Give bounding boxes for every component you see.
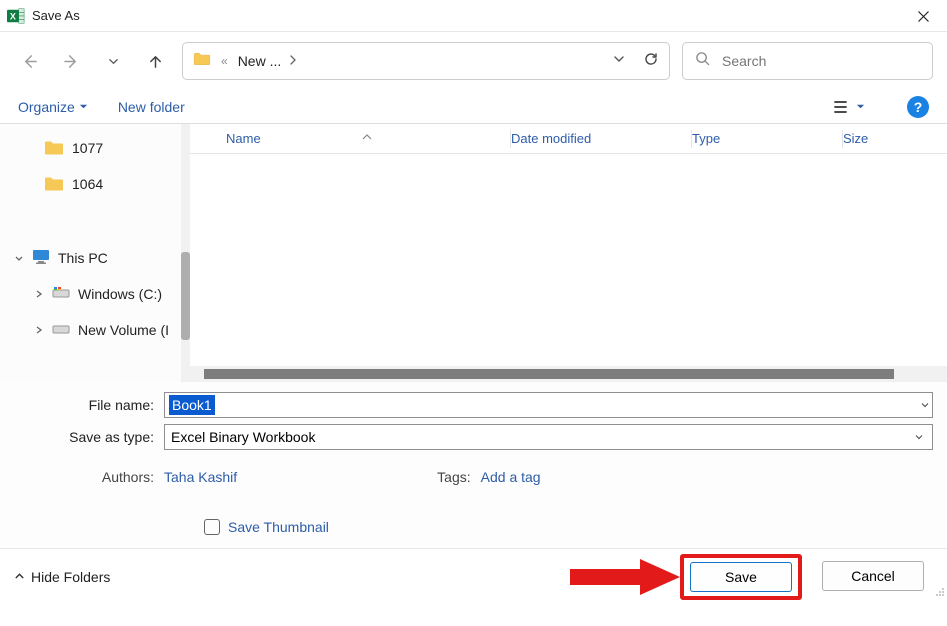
chevron-down-icon[interactable] <box>920 397 932 413</box>
address-history-dropdown[interactable] <box>613 52 625 70</box>
path-separator-icon: « <box>221 54 228 68</box>
save-type-dropdown[interactable]: Excel Binary Workbook <box>164 424 933 450</box>
toolbar: Organize New folder ? <box>0 90 947 124</box>
sidebar-drive-label: Windows (C:) <box>78 286 162 302</box>
new-folder-button[interactable]: New folder <box>118 99 185 115</box>
folder-icon <box>193 52 211 71</box>
sidebar-drive-i[interactable]: New Volume (I <box>0 312 190 348</box>
resize-grip-icon[interactable] <box>933 584 945 602</box>
sidebar-this-pc-label: This PC <box>58 250 108 266</box>
hscrollbar-thumb[interactable] <box>204 369 894 379</box>
forward-button[interactable] <box>56 46 86 76</box>
tags-value[interactable]: Add a tag <box>481 469 541 485</box>
organize-button[interactable]: Organize <box>18 99 88 115</box>
drive-icon <box>52 322 70 338</box>
titlebar: X Save As <box>0 0 947 32</box>
help-button[interactable]: ? <box>907 96 929 118</box>
cancel-button[interactable]: Cancel <box>822 561 924 591</box>
sidebar-folder-label: 1064 <box>72 176 103 192</box>
save-thumbnail-checkbox[interactable] <box>204 519 220 535</box>
chevron-down-icon[interactable] <box>914 429 926 445</box>
column-date[interactable]: Date modified <box>511 131 691 146</box>
excel-app-icon: X <box>6 6 26 26</box>
close-button[interactable] <box>903 2 943 30</box>
column-header-row: Name Date modified Type Size <box>190 124 947 154</box>
file-list-body[interactable] <box>190 154 947 366</box>
up-button[interactable] <box>140 46 170 76</box>
sidebar-folder-label: 1077 <box>72 140 103 156</box>
back-button[interactable] <box>14 46 44 76</box>
file-name-input[interactable]: Book1 <box>164 392 933 418</box>
sidebar-folder-1077[interactable]: 1077 <box>0 130 190 166</box>
chevron-right-icon[interactable] <box>289 52 297 70</box>
column-name[interactable]: Name <box>190 131 510 146</box>
sidebar-folder-1064[interactable]: 1064 <box>0 166 190 202</box>
search-box[interactable] <box>682 42 933 80</box>
annotation-highlight-box: Save <box>680 554 802 600</box>
save-thumbnail-label[interactable]: Save Thumbnail <box>228 519 329 535</box>
authors-label: Authors: <box>14 469 154 485</box>
form-area: File name: Book1 Save as type: Excel Bin… <box>0 382 947 548</box>
svg-text:X: X <box>10 11 16 21</box>
file-name-label: File name: <box>14 397 154 413</box>
column-size[interactable]: Size <box>843 131 947 146</box>
hscrollbar-track[interactable] <box>190 366 947 382</box>
search-input[interactable] <box>720 52 920 70</box>
window-title: Save As <box>32 8 80 23</box>
sort-indicator-icon <box>362 128 372 143</box>
sidebar-this-pc[interactable]: This PC <box>0 240 190 276</box>
hide-folders-button[interactable]: Hide Folders <box>14 569 110 585</box>
main-area: 1077 1064 This PC Windows (C:) New <box>0 124 947 382</box>
view-button[interactable] <box>834 100 865 114</box>
footer: Hide Folders Save Cancel <box>0 548 947 604</box>
sidebar: 1077 1064 This PC Windows (C:) New <box>0 124 190 382</box>
sidebar-scrollbar-thumb[interactable] <box>181 252 190 340</box>
address-bar[interactable]: « New ... <box>182 42 670 80</box>
save-type-label: Save as type: <box>14 429 154 445</box>
tags-label: Tags: <box>437 469 470 485</box>
nav-row: « New ... <box>0 32 947 90</box>
save-button[interactable]: Save <box>690 562 792 592</box>
authors-value[interactable]: Taha Kashif <box>164 469 237 485</box>
file-name-value: Book1 <box>169 395 215 415</box>
drive-icon <box>52 286 70 303</box>
sidebar-drive-c[interactable]: Windows (C:) <box>0 276 190 312</box>
column-type[interactable]: Type <box>692 131 842 146</box>
file-list: Name Date modified Type Size <box>190 124 947 382</box>
save-type-value: Excel Binary Workbook <box>171 429 315 445</box>
monitor-icon <box>32 249 50 268</box>
annotation-arrow-icon <box>570 559 680 595</box>
breadcrumb-segment[interactable]: New ... <box>238 53 282 69</box>
refresh-button[interactable] <box>643 51 659 72</box>
sidebar-drive-label: New Volume (I <box>78 322 169 338</box>
history-dropdown-button[interactable] <box>98 46 128 76</box>
search-icon <box>695 51 710 71</box>
